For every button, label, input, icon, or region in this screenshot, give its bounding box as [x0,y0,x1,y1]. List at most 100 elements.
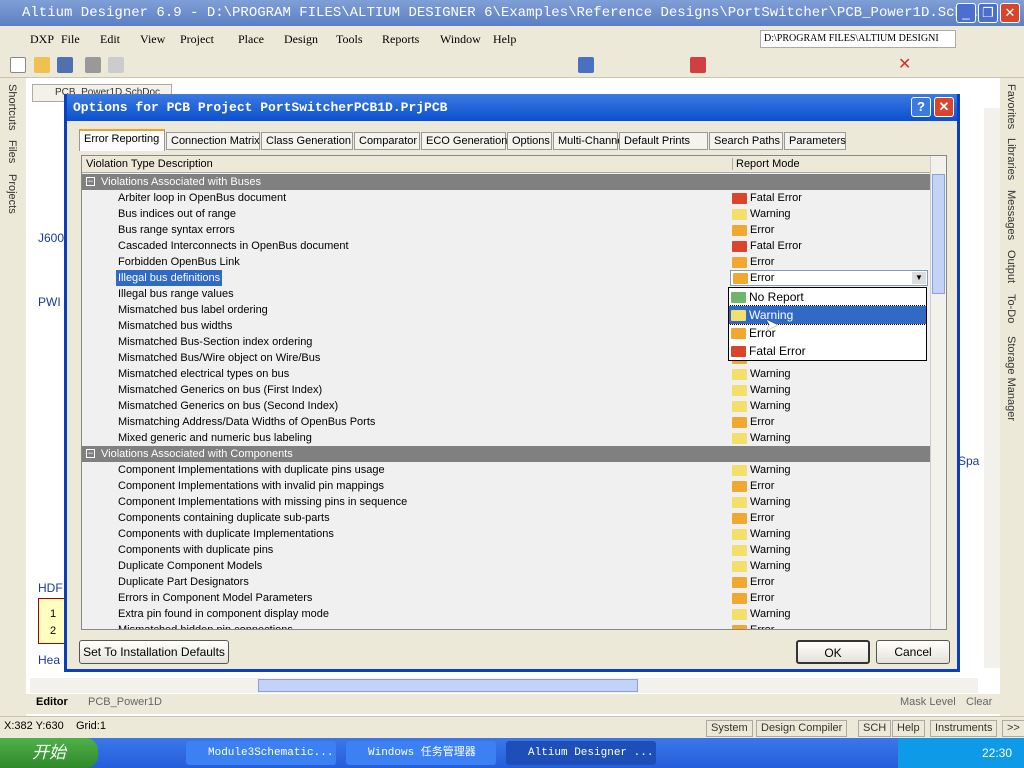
violation-row[interactable]: Components containing duplicate sub-part… [82,510,930,526]
violation-row[interactable]: Arbiter loop in OpenBus document Fatal Er… [82,190,930,206]
wire-icon[interactable] [578,57,594,73]
violation-row[interactable]: Forbidden OpenBus Link Error [82,254,930,270]
group-row[interactable]: − Violations Associated with Components [82,446,930,462]
mask-level-button[interactable]: Mask Level [900,696,956,708]
menu-reports[interactable]: Reports [382,32,419,47]
report-mode[interactable]: Warning [732,430,791,446]
violation-row[interactable]: Mismatched Generics on bus (Second Index… [82,398,930,414]
panel-libraries[interactable]: Libraries [1005,138,1017,180]
violation-row[interactable]: Components with duplicate Implementation… [82,526,930,542]
status-design-compiler[interactable]: Design Compiler [756,720,848,737]
menu-tools[interactable]: Tools [336,32,363,47]
report-mode[interactable]: Warning [732,462,791,478]
collapse-icon[interactable]: − [86,177,95,186]
report-mode[interactable]: Error [732,222,774,238]
violation-row[interactable]: Mismatched Generics on bus (First Index)… [82,382,930,398]
collapse-icon[interactable]: − [86,449,95,458]
violation-row[interactable]: Cascaded Interconnects in OpenBus docume… [82,238,930,254]
print-preview-icon[interactable] [108,57,124,73]
status-sch[interactable]: SCH [858,720,892,737]
report-mode[interactable]: Error [732,590,774,606]
report-mode[interactable]: Error [732,622,774,629]
report-mode[interactable]: Warning [732,366,791,382]
status-system[interactable]: System [706,720,753,737]
status-instruments[interactable]: Instruments [930,720,998,737]
set-defaults-button[interactable]: Set To Installation Defaults [79,640,229,664]
report-mode[interactable]: Error [732,414,774,430]
option-fatal-error[interactable]: Fatal Error [729,342,926,360]
report-mode[interactable]: Error [732,478,774,494]
panel-projects[interactable]: Projects [6,174,18,214]
status-help[interactable]: Help [892,720,925,737]
path-combo[interactable]: D:\PROGRAM FILES\ALTIUM DESIGNI [760,30,956,48]
report-mode[interactable]: Warning [732,382,791,398]
menu-dxp[interactable]: DXP [30,32,54,47]
menu-design[interactable]: Design [284,32,318,47]
status-more[interactable]: >> [1002,720,1024,737]
minimize-button[interactable]: _ [956,3,976,23]
tab-error-reporting[interactable]: Error Reporting [79,129,165,151]
violation-row[interactable]: Component Implementations with duplicate… [82,462,930,478]
delete-icon[interactable]: ✕ [898,57,914,73]
new-icon[interactable] [10,57,26,73]
violation-row[interactable]: Mixed generic and numeric bus labeling Wa… [82,430,930,446]
close-button[interactable]: ✕ [1000,3,1020,23]
tab-options[interactable]: Options [507,132,552,150]
group-row[interactable]: − Violations Associated with Buses [82,174,930,190]
canvas-vertical-scrollbar[interactable] [984,108,1000,668]
help-button[interactable]: ? [911,97,931,117]
tab-default-prints[interactable]: Default Prints [619,132,708,150]
violation-row[interactable]: Mismatched hidden pin connections Error [82,622,930,629]
tab-editor[interactable]: Editor [36,696,68,708]
report-mode[interactable]: Warning [732,526,791,542]
violation-row[interactable]: Component Implementations with missing p… [82,494,930,510]
tab-parameters[interactable]: Parameters [784,132,846,150]
tab-search-paths[interactable]: Search Paths [709,132,783,150]
violation-row[interactable]: Illegal bus definitions Error ▼ [82,270,930,286]
tab-multi-channel[interactable]: Multi-Channel [553,132,626,150]
report-mode[interactable]: Warning [732,606,791,622]
option-warning[interactable]: Warning [728,305,927,325]
report-mode[interactable]: Warning [732,542,791,558]
tab-eco-generation[interactable]: ECO Generation [421,132,507,150]
panel-files[interactable]: Files [6,140,18,163]
report-mode-dropdown[interactable]: No Report Warning Error Fatal Error ➤ [728,287,927,361]
menu-window[interactable]: Window [440,32,481,47]
violation-row[interactable]: Duplicate Part Designators Error [82,574,930,590]
option-no-report[interactable]: No Report [729,288,926,306]
task-task-manager[interactable]: Windows 任务管理器 [346,741,496,765]
open-icon[interactable] [34,57,50,73]
ok-button[interactable]: OK [796,640,870,664]
list-vertical-scrollbar[interactable] [930,156,946,629]
violation-row[interactable]: Mismatching Address/Data Widths of OpenB… [82,414,930,430]
report-mode[interactable]: Warning [732,494,791,510]
report-mode-combo[interactable]: Error ▼ [730,270,928,286]
report-mode[interactable]: Warning [732,206,791,222]
tab-connection-matrix[interactable]: Connection Matrix [166,132,260,150]
report-mode[interactable]: Fatal Error [732,190,802,206]
violation-row[interactable]: Extra pin found in component display mod… [82,606,930,622]
report-mode[interactable]: Error [732,510,774,526]
tab-comparator[interactable]: Comparator [354,132,420,150]
scroll-thumb[interactable] [258,679,638,692]
task-module3schematic[interactable]: Module3Schematic... [186,741,336,765]
panel-todo[interactable]: To-Do [1005,294,1017,323]
report-mode[interactable]: Warning [732,558,791,574]
menu-file[interactable]: File [61,32,80,47]
start-button[interactable]: 开始 [0,738,98,768]
clear-button[interactable]: Clear [966,696,992,708]
menu-project[interactable]: Project [180,32,214,47]
power-port-icon[interactable] [690,57,706,73]
restore-button[interactable]: ❐ [978,3,998,23]
print-icon[interactable] [85,57,101,73]
violation-row[interactable]: Bus range syntax errors Error [82,222,930,238]
menu-edit[interactable]: Edit [100,32,120,47]
report-mode[interactable]: Warning [732,398,791,414]
panel-storage-manager[interactable]: Storage Manager [1005,336,1017,421]
report-mode[interactable]: Error [732,574,774,590]
violation-row[interactable]: Errors in Component Model Parameters Erro… [82,590,930,606]
tab-pcb-power1d[interactable]: PCB_Power1D [88,696,162,708]
save-icon[interactable] [57,57,73,73]
panel-output[interactable]: Output [1005,250,1017,283]
menu-place[interactable]: Place [238,32,264,47]
